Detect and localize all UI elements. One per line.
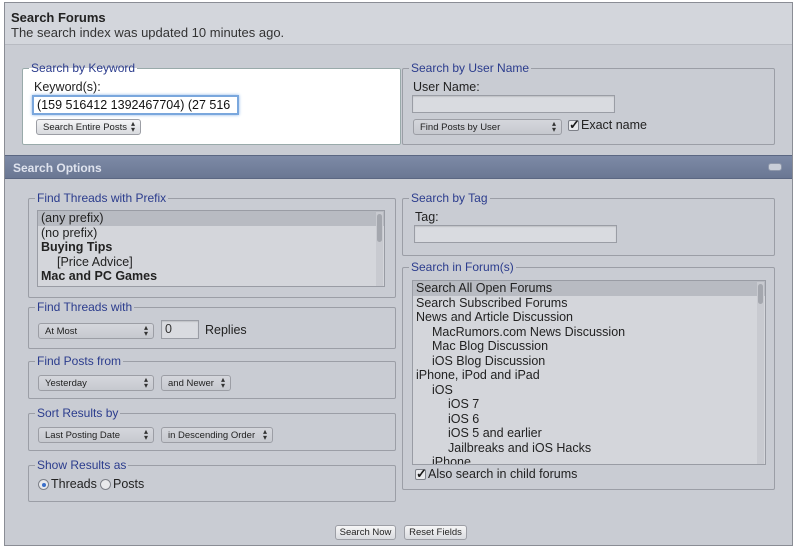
list-item[interactable]: News and Article Discussion bbox=[413, 310, 765, 325]
forums-scrollbar[interactable] bbox=[757, 282, 764, 464]
posts-from-legend: Find Posts from bbox=[37, 354, 122, 368]
reset-fields-button[interactable]: Reset Fields bbox=[404, 525, 467, 540]
search-forums-window: Search Forums The search index was updat… bbox=[4, 2, 793, 546]
username-mode-select[interactable]: Find Posts by User ▴ ▾ bbox=[413, 119, 562, 135]
threads-radio[interactable] bbox=[38, 479, 49, 490]
list-item[interactable]: Mac and PC Games bbox=[38, 269, 384, 284]
tag-legend: Search by Tag bbox=[411, 191, 488, 205]
threads-with-legend: Find Threads with bbox=[37, 300, 133, 314]
list-item[interactable]: iOS 5 and earlier bbox=[413, 426, 765, 441]
username-input[interactable] bbox=[412, 95, 615, 113]
forums-legend: Search in Forum(s) bbox=[411, 260, 514, 274]
sort-order-value: in Descending Order bbox=[168, 430, 256, 441]
forums-listbox[interactable]: Search All Open Forums Search Subscribed … bbox=[412, 280, 766, 465]
search-now-button[interactable]: Search Now bbox=[335, 525, 396, 540]
sort-legend: Sort Results by bbox=[37, 406, 119, 420]
prefix-legend: Find Threads with Prefix bbox=[37, 191, 167, 205]
prefix-scrollbar[interactable] bbox=[376, 212, 383, 286]
checkmark-icon: ✓ bbox=[416, 466, 427, 481]
replies-count-input[interactable]: 0 bbox=[161, 320, 199, 339]
keyword-legend: Search by Keyword bbox=[31, 61, 136, 75]
list-item[interactable]: iOS 7 bbox=[413, 397, 765, 412]
keyword-label: Keyword(s): bbox=[34, 80, 101, 94]
select-arrows-icon: ▴ ▾ bbox=[551, 119, 556, 134]
search-options-title: Search Options bbox=[13, 161, 102, 175]
collapse-icon[interactable] bbox=[768, 163, 782, 171]
list-item[interactable]: iOS 6 bbox=[413, 412, 765, 427]
scroll-thumb[interactable] bbox=[758, 284, 763, 304]
keyword-input[interactable]: (159 516412 1392467704) (27 516 bbox=[32, 95, 239, 115]
select-arrows-icon: ▴ ▾ bbox=[220, 375, 225, 390]
replies-label: Replies bbox=[205, 323, 247, 337]
list-item[interactable]: (no prefix) bbox=[38, 226, 384, 241]
exact-name-label: Exact name bbox=[581, 118, 648, 132]
list-item[interactable]: Jailbreaks and iOS Hacks bbox=[413, 441, 765, 456]
list-item[interactable]: iPhone bbox=[413, 455, 765, 464]
username-mode-value: Find Posts by User bbox=[420, 122, 501, 133]
child-forums-checkbox[interactable]: ✓ bbox=[415, 466, 427, 481]
username-legend: Search by User Name bbox=[411, 61, 530, 75]
posts-radio[interactable] bbox=[100, 479, 111, 490]
checkmark-icon: ✓ bbox=[569, 117, 580, 132]
posts-radio-label: Posts bbox=[113, 477, 145, 491]
search-options-bar[interactable]: Search Options bbox=[5, 155, 792, 179]
list-item[interactable]: Buying Tips bbox=[38, 240, 384, 255]
select-arrows-icon: ▴ ▾ bbox=[130, 119, 135, 134]
list-item[interactable]: iPhone, iPod and iPad bbox=[413, 368, 765, 383]
keyword-mode-select[interactable]: Search Entire Posts ▴ ▾ bbox=[36, 119, 141, 135]
threads-radio-label: Threads bbox=[51, 477, 97, 491]
list-item[interactable]: (any prefix) bbox=[38, 211, 384, 226]
threads-with-select[interactable]: At Most ▴ ▾ bbox=[38, 323, 154, 339]
keyword-mode-value: Search Entire Posts bbox=[43, 122, 127, 133]
scroll-thumb[interactable] bbox=[377, 214, 382, 242]
page-header: Search Forums The search index was updat… bbox=[5, 3, 792, 45]
tag-input[interactable] bbox=[414, 225, 617, 243]
radio-selected-dot bbox=[42, 483, 46, 487]
select-arrows-icon: ▴ ▾ bbox=[143, 427, 148, 442]
page-title: Search Forums bbox=[11, 10, 106, 25]
list-item[interactable]: Search All Open Forums bbox=[413, 281, 765, 296]
posts-from-value: Yesterday bbox=[45, 378, 87, 389]
posts-from-select[interactable]: Yesterday ▴ ▾ bbox=[38, 375, 154, 391]
tag-label: Tag: bbox=[415, 210, 439, 224]
tag-fieldset: Search by Tag bbox=[402, 191, 775, 256]
show-as-legend: Show Results as bbox=[37, 458, 127, 472]
select-arrows-icon: ▴ ▾ bbox=[262, 427, 267, 442]
select-arrows-icon: ▴ ▾ bbox=[143, 323, 148, 338]
list-item[interactable]: [Price Advice] bbox=[38, 255, 384, 270]
prefix-listbox[interactable]: (any prefix) (no prefix) Buying Tips [Price… bbox=[37, 210, 385, 287]
child-forums-label: Also search in child forums bbox=[428, 467, 578, 481]
list-item[interactable]: MacRumors.com News Discussion bbox=[413, 325, 765, 340]
threads-with-value: At Most bbox=[45, 326, 78, 337]
posts-direction-value: and Newer bbox=[168, 378, 214, 389]
list-item[interactable]: Mac Blog Discussion bbox=[413, 339, 765, 354]
list-item[interactable]: iOS bbox=[413, 383, 765, 398]
exact-name-checkbox[interactable]: ✓ bbox=[568, 117, 580, 132]
posts-direction-select[interactable]: and Newer ▴ ▾ bbox=[161, 375, 231, 391]
username-label: User Name: bbox=[413, 80, 480, 94]
index-status-text: The search index was updated 10 minutes … bbox=[11, 25, 285, 40]
select-arrows-icon: ▴ ▾ bbox=[143, 375, 148, 390]
list-item[interactable]: iOS Blog Discussion bbox=[413, 354, 765, 369]
list-item[interactable]: Search Subscribed Forums bbox=[413, 296, 765, 311]
sort-field-value: Last Posting Date bbox=[45, 430, 120, 441]
sort-field-select[interactable]: Last Posting Date ▴ ▾ bbox=[38, 427, 154, 443]
sort-order-select[interactable]: in Descending Order ▴ ▾ bbox=[161, 427, 273, 443]
